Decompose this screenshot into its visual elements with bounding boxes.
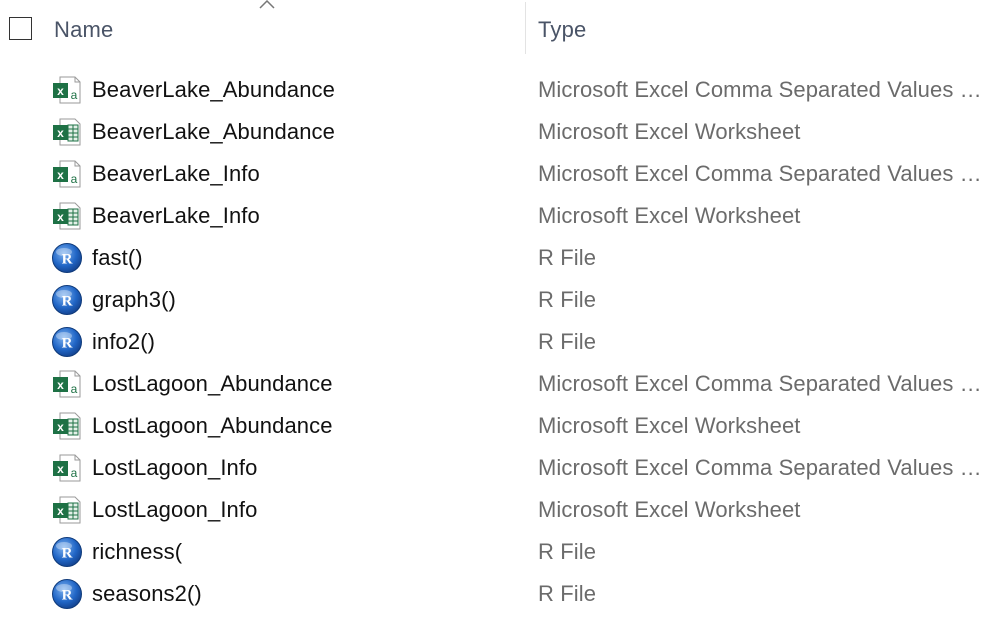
file-type: Microsoft Excel Worksheet	[538, 203, 801, 228]
file-type: Microsoft Excel Comma Separated Values F…	[538, 161, 985, 186]
svg-text:a: a	[71, 382, 78, 396]
file-row[interactable]: Rrichness( R File	[0, 531, 995, 573]
file-type: Microsoft Excel Comma Separated Values F…	[538, 77, 985, 102]
file-row[interactable]: x LostLagoon_Abundance Microsoft Excel Wor…	[0, 405, 995, 447]
svg-text:R: R	[62, 252, 73, 268]
r-file-icon: R	[51, 578, 83, 610]
file-type: R File	[538, 245, 597, 270]
svg-text:x: x	[57, 462, 64, 476]
r-file-icon: R	[51, 284, 83, 316]
file-row[interactable]: a x LostLagoon_Abundance Microsoft Excel Co…	[0, 363, 995, 405]
file-row[interactable]: Rgraph3() R File	[0, 279, 995, 321]
file-type: Microsoft Excel Comma Separated Values F…	[538, 455, 985, 480]
svg-text:x: x	[57, 168, 64, 182]
file-type: Microsoft Excel Worksheet	[538, 119, 801, 144]
r-file-icon: R	[51, 242, 83, 274]
excel-worksheet-icon: x	[51, 200, 83, 232]
svg-text:x: x	[57, 504, 64, 518]
file-row[interactable]: Rfast() R File	[0, 237, 995, 279]
file-type: R File	[538, 539, 597, 564]
column-header-name[interactable]: Name	[54, 17, 114, 43]
svg-text:R: R	[62, 546, 73, 562]
file-row[interactable]: a x BeaverLake_Info Microsoft Excel Comma S…	[0, 153, 995, 195]
svg-text:a: a	[71, 88, 78, 102]
file-type: R File	[538, 287, 597, 312]
file-name[interactable]: richness(	[92, 539, 182, 565]
svg-text:x: x	[57, 126, 64, 140]
file-name[interactable]: graph3()	[92, 287, 176, 313]
file-name[interactable]: LostLagoon_Info	[92, 497, 257, 523]
svg-text:R: R	[62, 336, 73, 352]
file-row[interactable]: Rinfo2() R File	[0, 321, 995, 363]
file-type: Microsoft Excel Worksheet	[538, 497, 801, 522]
svg-text:x: x	[57, 84, 64, 98]
file-name[interactable]: seasons2()	[92, 581, 202, 607]
file-row[interactable]: Rseasons2() R File	[0, 573, 995, 615]
file-type: R File	[538, 581, 597, 606]
sort-ascending-icon[interactable]	[258, 0, 276, 10]
file-type: R File	[538, 329, 597, 354]
svg-text:x: x	[57, 378, 64, 392]
file-name[interactable]: fast()	[92, 245, 143, 271]
svg-text:x: x	[57, 420, 64, 434]
svg-text:a: a	[71, 466, 78, 480]
file-name[interactable]: LostLagoon_Abundance	[92, 413, 333, 439]
file-name[interactable]: LostLagoon_Abundance	[92, 371, 333, 397]
svg-text:R: R	[62, 294, 73, 310]
file-name[interactable]: BeaverLake_Abundance	[92, 77, 335, 103]
excel-worksheet-icon: x	[51, 116, 83, 148]
file-row[interactable]: a x LostLagoon_Info Microsoft Excel Comma S…	[0, 447, 995, 489]
file-type: Microsoft Excel Worksheet	[538, 413, 801, 438]
file-row[interactable]: x LostLagoon_Info Microsoft Excel Workshee…	[0, 489, 995, 531]
column-header-bar: Name Type	[0, 0, 995, 60]
column-header-type[interactable]: Type	[538, 17, 587, 43]
file-name[interactable]: LostLagoon_Info	[92, 455, 257, 481]
file-name[interactable]: BeaverLake_Info	[92, 161, 260, 187]
svg-text:R: R	[62, 588, 73, 604]
svg-text:x: x	[57, 210, 64, 224]
excel-csv-icon: ax	[51, 74, 83, 106]
r-file-icon: R	[51, 326, 83, 358]
excel-worksheet-icon: x	[51, 410, 83, 442]
excel-worksheet-icon: x	[51, 494, 83, 526]
excel-csv-icon: ax	[51, 452, 83, 484]
file-type: Microsoft Excel Comma Separated Values F…	[538, 371, 985, 396]
file-row[interactable]: a x BeaverLake_Abundance Microsoft Excel Co…	[0, 69, 995, 111]
file-list: a x BeaverLake_Abundance Microsoft Excel Co…	[0, 69, 995, 615]
excel-csv-icon: ax	[51, 158, 83, 190]
file-name[interactable]: BeaverLake_Info	[92, 203, 260, 229]
r-file-icon: R	[51, 536, 83, 568]
excel-csv-icon: ax	[51, 368, 83, 400]
file-name[interactable]: info2()	[92, 329, 155, 355]
file-row[interactable]: x BeaverLake_Abundance Microsoft Excel Wor…	[0, 111, 995, 153]
select-all-checkbox[interactable]	[9, 17, 32, 40]
file-name[interactable]: BeaverLake_Abundance	[92, 119, 335, 145]
file-row[interactable]: x BeaverLake_Info Microsoft Excel Workshee…	[0, 195, 995, 237]
svg-text:a: a	[71, 172, 78, 186]
column-divider[interactable]	[525, 2, 526, 54]
